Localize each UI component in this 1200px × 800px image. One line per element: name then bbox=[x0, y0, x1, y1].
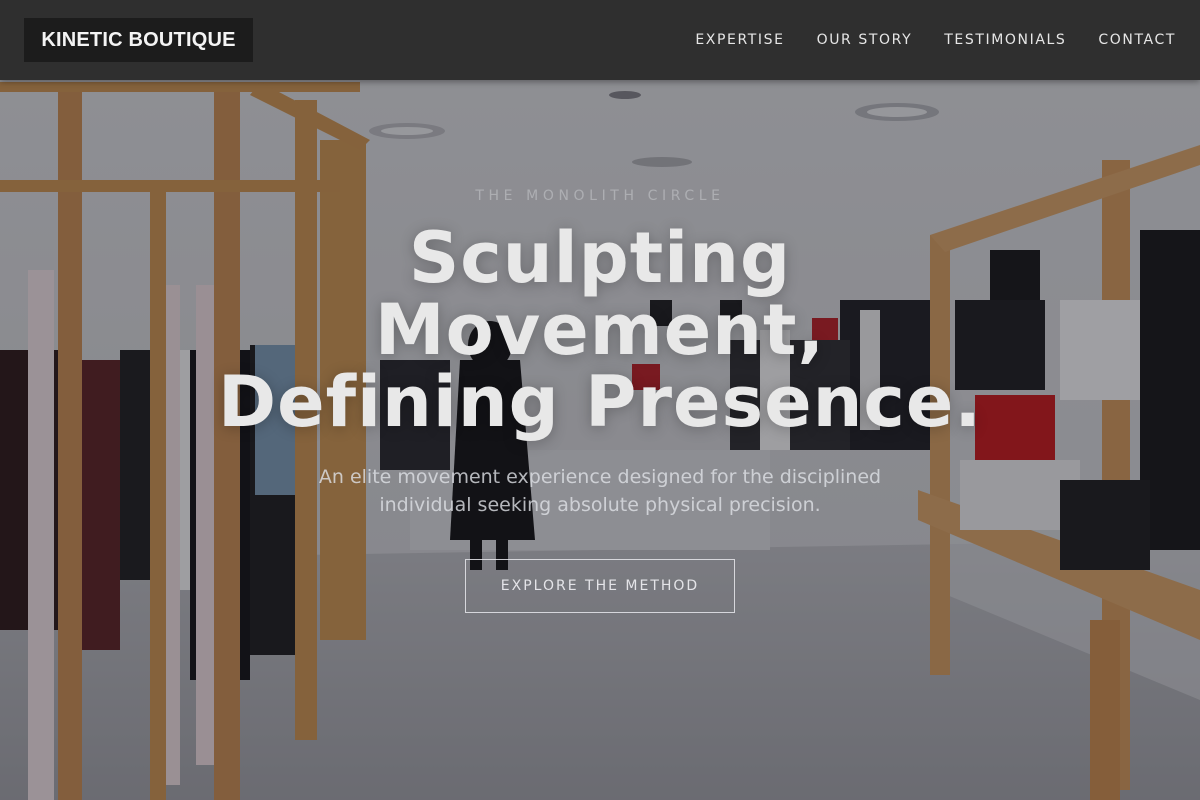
explore-method-button[interactable]: EXPLORE THE METHOD bbox=[465, 559, 735, 613]
nav-link-our-story[interactable]: OUR STORY bbox=[817, 32, 913, 48]
site-header: KINETIC BOUTIQUE EXPERTISE OUR STORY TES… bbox=[0, 0, 1200, 80]
landing-page: KINETIC BOUTIQUE EXPERTISE OUR STORY TES… bbox=[0, 0, 1200, 800]
nav-link-testimonials[interactable]: TESTIMONIALS bbox=[944, 32, 1066, 48]
hero-eyebrow: THE MONOLITH CIRCLE bbox=[475, 188, 725, 204]
headline-line-3: Defining Presence. bbox=[217, 361, 982, 443]
headline-line-1: Sculpting bbox=[408, 217, 792, 299]
nav-link-expertise[interactable]: EXPERTISE bbox=[695, 32, 784, 48]
hero-headline: Sculpting Movement, Defining Presence. bbox=[0, 222, 1200, 438]
brand-logo[interactable]: KINETIC BOUTIQUE bbox=[24, 18, 253, 62]
main-navigation: EXPERTISE OUR STORY TESTIMONIALS CONTACT bbox=[695, 0, 1176, 80]
hero-section: THE MONOLITH CIRCLE Sculpting Movement, … bbox=[0, 0, 1200, 800]
hero-subheading: An elite movement experience designed fo… bbox=[318, 466, 882, 516]
nav-link-contact[interactable]: CONTACT bbox=[1098, 32, 1176, 48]
headline-line-2: Movement, bbox=[374, 289, 826, 371]
